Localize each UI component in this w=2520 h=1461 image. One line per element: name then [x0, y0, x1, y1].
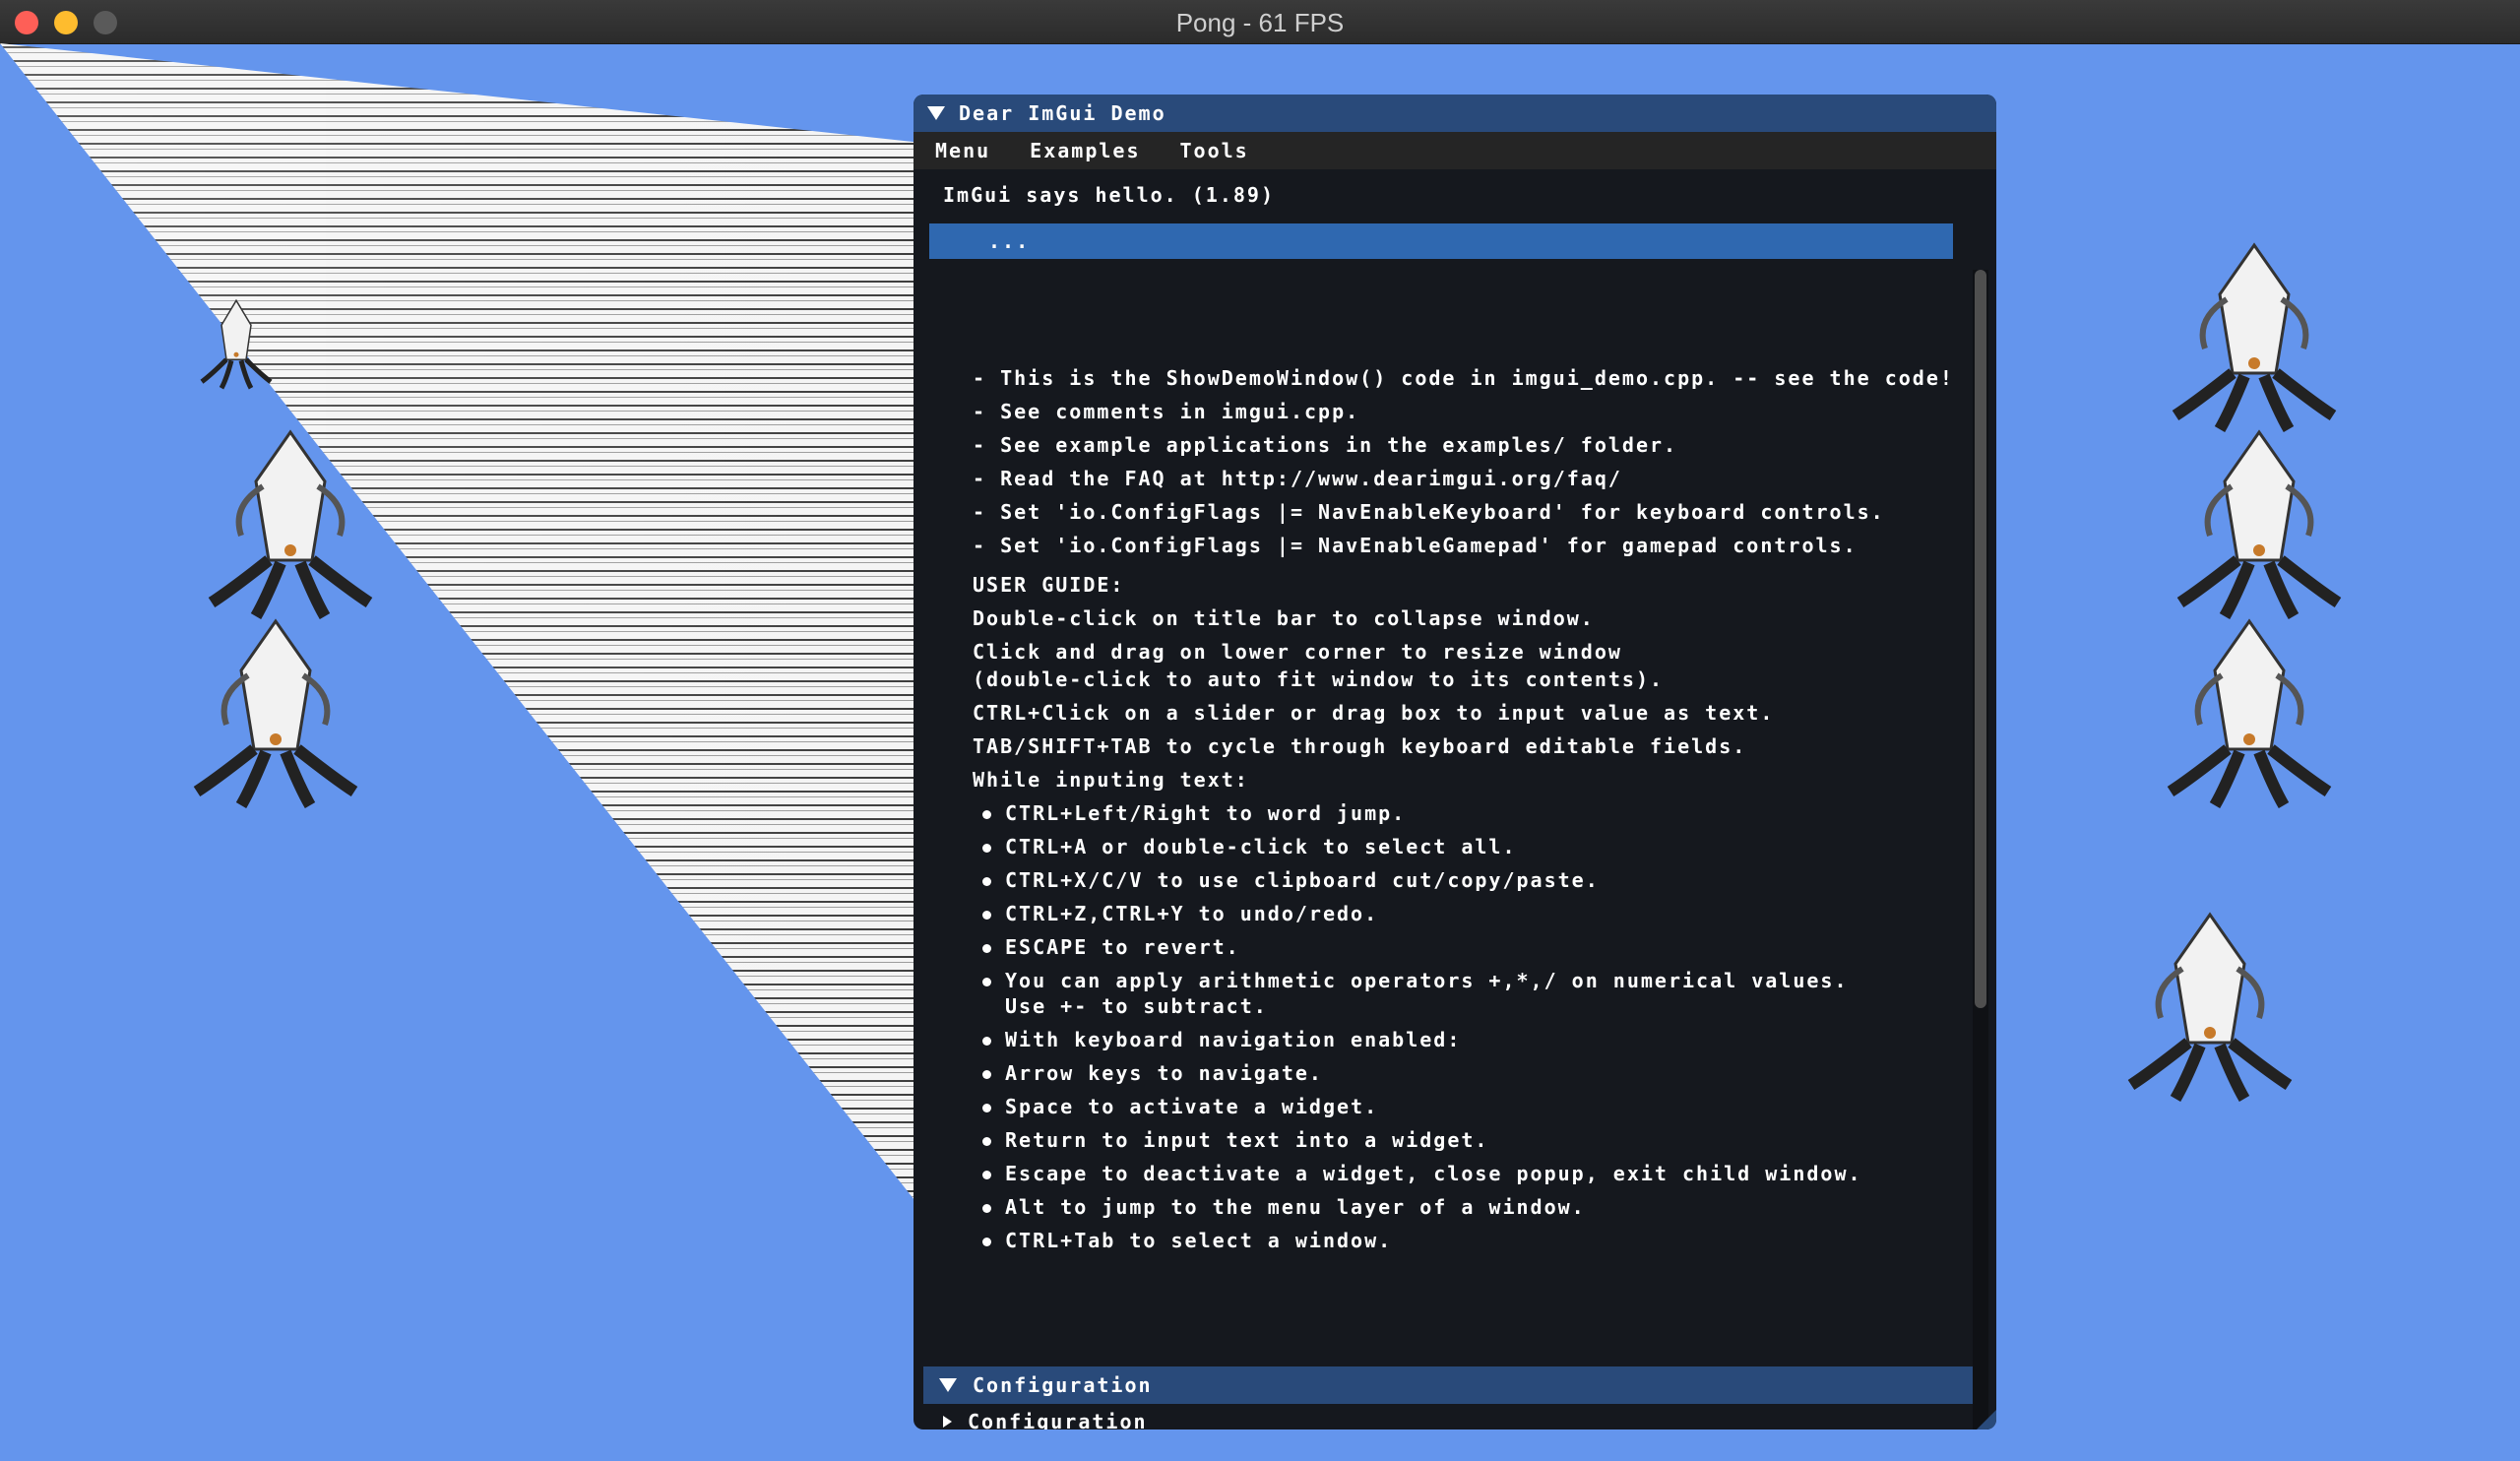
bullet-item: Return to input text into a widget. [982, 1128, 1488, 1152]
bullet-icon [982, 810, 991, 819]
help-line: (double-click to auto fit window to its … [973, 667, 1665, 691]
selected-input-text: ... [988, 229, 1031, 253]
help-line: While inputing text: [973, 768, 1249, 792]
bullet-icon [982, 944, 991, 953]
squid-sprite-right-2 [2176, 429, 2342, 619]
user-guide-heading: USER GUIDE: [973, 573, 1125, 597]
help-line: Click and drag on lower corner to resize… [973, 640, 1622, 664]
section-header-label: Configuration [973, 1373, 1153, 1397]
bullet-text: CTRL+Z,CTRL+Y to undo/redo. [1005, 902, 1379, 925]
bullet-icon [982, 1070, 991, 1079]
bullet-continuation: Use +- to subtract. [1005, 994, 1268, 1018]
configuration-collapsing-header[interactable]: Configuration [923, 1366, 1973, 1404]
help-line: - Set 'io.ConfigFlags |= NavEnableGamepa… [973, 534, 1858, 557]
bullet-icon [982, 1171, 991, 1179]
bullet-item: Alt to jump to the menu layer of a windo… [982, 1195, 1586, 1219]
bullet-item: CTRL+Z,CTRL+Y to undo/redo. [982, 902, 1378, 925]
bullet-text: You can apply arithmetic operators +,*,/… [1005, 969, 1849, 992]
bullet-icon [982, 1104, 991, 1112]
bullet-text: CTRL+Tab to select a window. [1005, 1229, 1393, 1252]
bullet-text: Escape to deactivate a widget, close pop… [1005, 1162, 1862, 1185]
squid-sprite-left-3 [193, 618, 358, 808]
resize-grip[interactable] [1977, 1410, 1996, 1429]
help-line: CTRL+Click on a slider or drag box to in… [973, 701, 1775, 725]
help-line: - See comments in imgui.cpp. [973, 400, 1360, 423]
bullet-item: With keyboard navigation enabled: [982, 1028, 1461, 1051]
bullet-text: CTRL+A or double-click to select all. [1005, 835, 1517, 858]
imgui-scrollbar[interactable] [1973, 270, 1988, 1429]
bullet-item: CTRL+Left/Right to word jump. [982, 801, 1406, 825]
bullet-icon [982, 1204, 991, 1213]
imgui-menu-bar: Menu Examples Tools [914, 132, 1996, 169]
squid-sprite-left-1 [200, 298, 273, 390]
scrollbar-thumb[interactable] [1975, 270, 1986, 1008]
imgui-content: ImGui says hello. (1.89) ... - This is t… [914, 169, 1996, 1429]
bullet-text: CTRL+Left/Right to word jump. [1005, 801, 1407, 825]
imgui-version-text: ImGui says hello. (1.89) [943, 183, 1275, 207]
bullet-icon [982, 877, 991, 886]
bullet-icon [982, 978, 991, 986]
bullet-icon [982, 1037, 991, 1046]
help-line: - Set 'io.ConfigFlags |= NavEnableKeyboa… [973, 500, 1885, 524]
bullet-icon [982, 1137, 991, 1146]
bullet-icon [982, 844, 991, 853]
imgui-demo-window[interactable]: Dear ImGui Demo Menu Examples Tools ImGu… [914, 95, 1996, 1429]
bullet-text: Arrow keys to navigate. [1005, 1061, 1323, 1085]
help-line: TAB/SHIFT+TAB to cycle through keyboard … [973, 734, 1747, 758]
bullet-item: CTRL+Tab to select a window. [982, 1229, 1392, 1252]
title-bar: Pong - 61 FPS [0, 0, 2520, 44]
bullet-text: Return to input text into a widget. [1005, 1128, 1489, 1152]
collapse-arrow-icon[interactable] [927, 106, 945, 120]
bullet-text: With keyboard navigation enabled: [1005, 1028, 1462, 1051]
bullet-text: ESCAPE to revert. [1005, 935, 1240, 959]
selected-input-row[interactable]: ... [929, 223, 1953, 259]
squid-ball-sprite [2127, 912, 2293, 1102]
bullet-item: You can apply arithmetic operators +,*,/… [982, 969, 1849, 992]
menu-item-tools[interactable]: Tools [1180, 139, 1249, 162]
menu-item-menu[interactable]: Menu [935, 139, 990, 162]
help-line: Double-click on title bar to collapse wi… [973, 606, 1595, 630]
squid-sprite-left-2 [208, 429, 373, 619]
bullet-item: Arrow keys to navigate. [982, 1061, 1323, 1085]
bullet-text: CTRL+X/C/V to use clipboard cut/copy/pas… [1005, 868, 1600, 892]
bullet-text: Space to activate a widget. [1005, 1095, 1379, 1118]
bullet-icon [982, 911, 991, 920]
menu-item-examples[interactable]: Examples [1030, 139, 1140, 162]
help-line: - Read the FAQ at http://www.dearimgui.o… [973, 467, 1622, 490]
help-line: - This is the ShowDemoWindow() code in i… [973, 366, 1954, 390]
squid-sprite-right-3 [2167, 618, 2332, 808]
collapsed-arrow-icon [943, 1416, 952, 1428]
squid-sprite-right-1 [2172, 242, 2337, 432]
bullet-item: CTRL+X/C/V to use clipboard cut/copy/pas… [982, 868, 1600, 892]
imgui-title-bar[interactable]: Dear ImGui Demo [914, 95, 1996, 132]
tree-node-label: Configuration [968, 1410, 1148, 1429]
window-title: Pong - 61 FPS [1175, 8, 1345, 37]
configuration-tree-node[interactable]: Configuration [943, 1410, 1148, 1429]
bullet-text: Alt to jump to the menu layer of a windo… [1005, 1195, 1586, 1219]
bullet-item: ESCAPE to revert. [982, 935, 1240, 959]
help-line: - See example applications in the exampl… [973, 433, 1678, 457]
bullet-item: Escape to deactivate a widget, close pop… [982, 1162, 1862, 1185]
imgui-window-title: Dear ImGui Demo [959, 101, 1166, 125]
bullet-icon [982, 1238, 991, 1246]
bullet-item: CTRL+A or double-click to select all. [982, 835, 1517, 858]
bullet-item: Space to activate a widget. [982, 1095, 1378, 1118]
expanded-arrow-icon [939, 1378, 957, 1392]
